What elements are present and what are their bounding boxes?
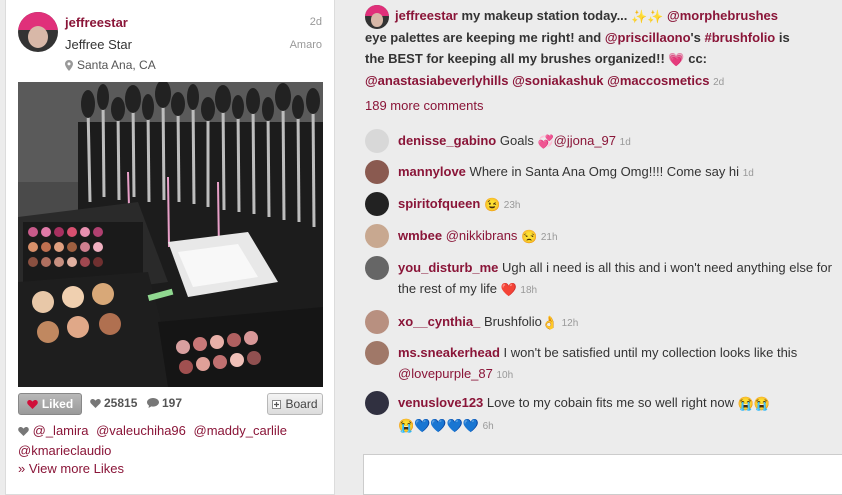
plus-icon	[272, 399, 282, 409]
like-count[interactable]: 25815	[90, 396, 137, 410]
board-button[interactable]: Board	[267, 393, 323, 415]
speech-bubble-icon	[147, 398, 159, 408]
post-photo[interactable]	[18, 82, 323, 387]
caption-text: cc:	[688, 51, 708, 67]
heart-emoji-icon: 💞	[537, 134, 554, 150]
post-time: 2d	[309, 16, 322, 28]
blue-heart-icon: 💙💙💙💙	[414, 418, 479, 434]
mention-link[interactable]: @morphebrushes	[667, 8, 778, 23]
post-author-fullname: Jeffree Star	[65, 37, 132, 52]
commenter-avatar[interactable]	[365, 341, 389, 365]
caption-text: the BEST for keeping all my brushes orga…	[365, 51, 665, 67]
crying-face-icon: 😭😭	[737, 396, 771, 412]
red-heart-icon: ❤️	[500, 282, 517, 298]
heart-icon	[90, 399, 101, 408]
like-count-value: 25815	[104, 396, 138, 410]
mention-link[interactable]: @jjona_97	[554, 133, 616, 148]
liker-link[interactable]: @valeuchiha96	[96, 423, 186, 438]
comment-time: 6h	[482, 421, 494, 433]
liked-button[interactable]: Liked	[18, 393, 82, 415]
comment-input[interactable]	[363, 454, 842, 495]
comment-text: I won't be satisfied until my collection…	[503, 345, 798, 360]
unamused-face-icon: 😒	[521, 229, 538, 245]
comment-count-value: 197	[162, 396, 183, 410]
liked-label: Liked	[41, 397, 74, 411]
comment-time: 23h	[503, 200, 521, 211]
commenter-avatar[interactable]	[365, 310, 389, 334]
crying-face-icon: 😭	[398, 418, 415, 434]
hashtag-link[interactable]: #brushfolio	[704, 30, 775, 45]
liker-link[interactable]: @kmarieclaudio	[18, 443, 111, 458]
caption-text: eye palettes are keeping me right! and	[365, 30, 602, 46]
commenter-username[interactable]: xo__cynthia_	[398, 314, 480, 329]
commenter-username[interactable]: venuslove123	[398, 395, 483, 410]
commenter-username[interactable]: wmbee	[398, 228, 442, 243]
mention-link[interactable]: @nikkibrans	[446, 228, 518, 243]
caption-text: 's	[690, 30, 701, 46]
comment-text: Love to my cobain fits me so well right …	[486, 395, 735, 410]
caption-text: my makeup station today...	[461, 8, 628, 23]
ok-hand-icon: 👌	[541, 315, 558, 331]
comment-time: 12h	[561, 318, 579, 329]
post-author-avatar[interactable]	[18, 12, 58, 52]
caption-username[interactable]: jeffreestar	[395, 8, 458, 23]
post-location[interactable]: Santa Ana, CA	[65, 58, 156, 72]
commenter-avatar[interactable]	[365, 129, 389, 153]
commenter-avatar[interactable]	[365, 160, 389, 184]
commenter-avatar[interactable]	[365, 256, 389, 280]
commenter-username[interactable]: you_disturb_me	[398, 260, 498, 275]
mention-link[interactable]: @soniakashuk	[512, 73, 603, 88]
heart-icon	[27, 400, 38, 409]
commenter-username[interactable]: ms.sneakerhead	[398, 345, 500, 360]
caption: jeffreestar my makeup station today... ✨…	[365, 5, 835, 93]
post-card: jeffreestar Jeffree Star 2d Amaro Santa …	[5, 0, 335, 495]
heart-icon	[18, 427, 29, 436]
winking-face-icon: 😉	[483, 197, 501, 213]
caption-avatar[interactable]	[365, 5, 389, 29]
more-comments-link[interactable]: 189 more comments	[365, 98, 484, 113]
map-pin-icon	[65, 59, 73, 71]
liker-link[interactable]: @_lamira	[33, 423, 89, 438]
commenter-avatar[interactable]	[365, 224, 389, 248]
sparkling-heart-icon: 💗	[668, 52, 685, 68]
mention-link[interactable]: @maccosmetics	[607, 73, 709, 88]
comment-text: Where in Santa Ana Omg Omg!!!! Come say …	[469, 164, 740, 179]
likers-list: @_lamira @valeuchiha96 @maddy_carlile @k…	[18, 421, 328, 461]
comment-count[interactable]: 197	[147, 396, 182, 410]
commenter-username[interactable]: mannylove	[398, 164, 466, 179]
liker-link[interactable]: @maddy_carlile	[194, 423, 287, 438]
view-more-likes-link[interactable]: » View more Likes	[18, 461, 124, 476]
comment-time: 1d	[742, 168, 754, 179]
caption-time: 2d	[713, 77, 725, 89]
sparkle-emoji-icon: ✨✨	[631, 9, 664, 25]
comment-time: 1d	[619, 137, 631, 148]
commenter-username[interactable]: spiritofqueen	[398, 196, 480, 211]
mention-link[interactable]: @lovepurple_87	[398, 366, 493, 381]
makeup-station-photo	[18, 82, 323, 387]
comment-time: 10h	[496, 370, 514, 381]
mention-link[interactable]: @anastasiabeverlyhills	[365, 73, 508, 88]
mention-link[interactable]: @priscillaono	[605, 30, 691, 45]
comment-text: Brushfolio	[484, 314, 542, 329]
comment-time: 18h	[520, 285, 538, 296]
location-label: Santa Ana, CA	[77, 58, 156, 72]
board-label: Board	[285, 397, 318, 411]
post-author-username[interactable]: jeffreestar	[65, 15, 128, 30]
post-filter: Amaro	[289, 39, 322, 51]
commenter-avatar[interactable]	[365, 391, 389, 415]
commenter-username[interactable]: denisse_gabino	[398, 133, 496, 148]
commenter-avatar[interactable]	[365, 192, 389, 216]
caption-text: is	[778, 30, 790, 46]
comment-time: 21h	[540, 232, 558, 243]
comment-text: Goals	[499, 133, 534, 148]
